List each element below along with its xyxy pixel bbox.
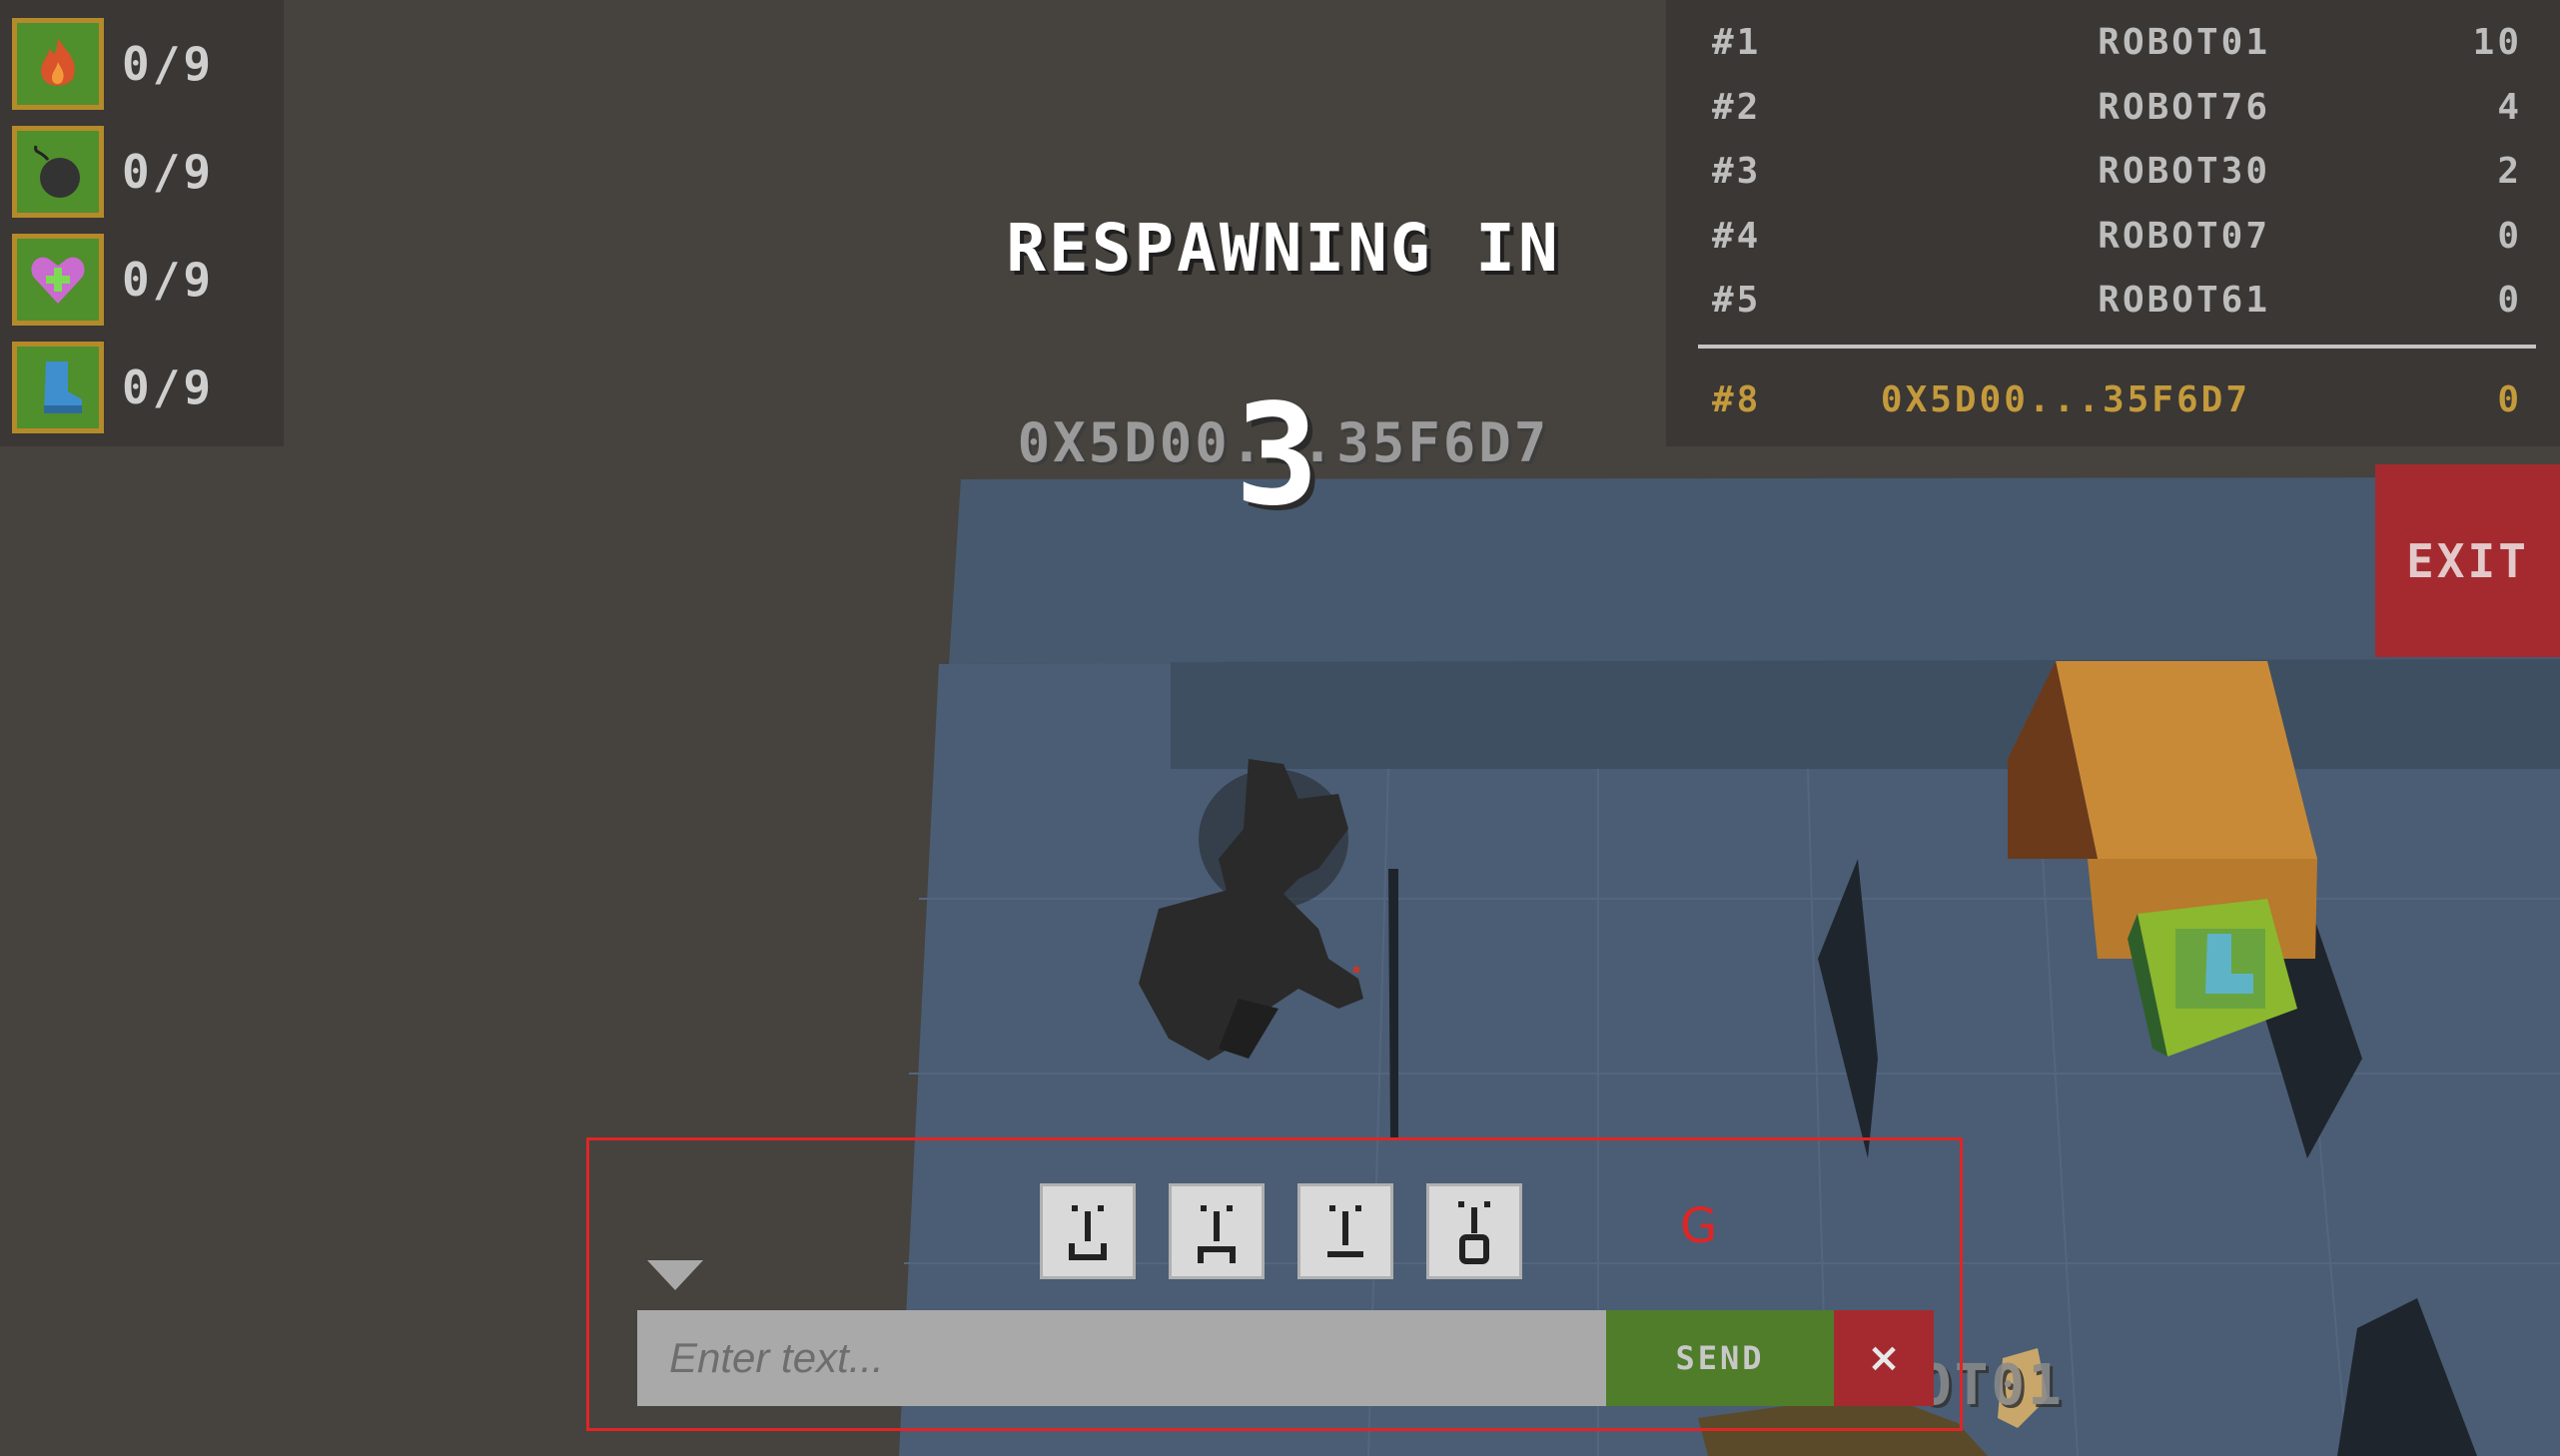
leaderboard-panel: #1 ROBOT01 10 #2 ROBOT76 4 #3 ROBOT30 2 …	[1666, 0, 2560, 446]
leaderboard-rank: #2	[1712, 86, 1762, 128]
leaderboard-score: 4	[2497, 86, 2522, 128]
leaderboard-row: #1 ROBOT01 10	[1666, 12, 2560, 77]
leaderboard-score: 0	[2497, 215, 2522, 257]
leaderboard-rank: #4	[1712, 215, 1762, 257]
leaderboard-name: ROBOT30	[2098, 151, 2270, 192]
leaderboard-score: 10	[2472, 22, 2522, 63]
inventory-item-heart: 0/9	[12, 226, 284, 334]
fire-count: 0/9	[122, 37, 215, 91]
leaderboard-self-row: #8 0X5D00...35F6D7 0	[1666, 369, 2560, 433]
leaderboard-name: ROBOT07	[2098, 215, 2270, 257]
boot-icon	[12, 342, 104, 433]
leaderboard-name: ROBOT01	[2098, 22, 2270, 63]
leaderboard-score: 0	[2497, 280, 2522, 321]
inventory-item-boot: 0/9	[12, 334, 284, 441]
surprised-emote-button[interactable]	[1426, 1183, 1522, 1279]
leaderboard-rank: #1	[1712, 22, 1762, 63]
leaderboard-self-name: 0X5D00...35F6D7	[1880, 379, 2250, 420]
send-button[interactable]: SEND	[1606, 1310, 1834, 1406]
chat-hotkey-label: G	[1680, 1198, 1718, 1254]
chat-input[interactable]	[637, 1310, 1606, 1406]
boot-count: 0/9	[122, 361, 215, 414]
leaderboard-self-rank: #8	[1712, 379, 1762, 420]
neutral-emote-icon	[1327, 1205, 1363, 1257]
respawn-title: RESPAWNING IN	[1006, 210, 1561, 287]
frown-emote-icon	[1198, 1205, 1236, 1263]
inventory-item-bomb: 0/9	[12, 118, 284, 226]
bomb-icon	[12, 126, 104, 218]
inventory-panel: 0/9 0/9 0/9 0/9	[0, 0, 284, 446]
leaderboard-row: #5 ROBOT61 0	[1666, 270, 2560, 335]
smile-emote-button[interactable]	[1040, 1183, 1136, 1279]
neutral-emote-button[interactable]	[1297, 1183, 1393, 1279]
leaderboard-name: ROBOT61	[2098, 280, 2270, 321]
arena-top-wall	[949, 477, 2560, 664]
leaderboard-rank: #5	[1712, 280, 1762, 321]
respawn-countdown: 3	[1235, 374, 1322, 537]
leaderboard-self-score: 0	[2497, 379, 2522, 420]
leaderboard-row: #2 ROBOT76 4	[1666, 77, 2560, 142]
frown-emote-button[interactable]	[1169, 1183, 1265, 1279]
chat-panel: G SEND ×	[586, 1137, 1963, 1431]
leaderboard-rank: #3	[1712, 151, 1762, 192]
surprised-emote-icon	[1458, 1201, 1490, 1264]
exit-button[interactable]: EXIT	[2375, 464, 2560, 657]
chat-pointer-arrow	[647, 1260, 703, 1290]
leaderboard-divider	[1698, 345, 2536, 349]
leaderboard-score: 2	[2497, 151, 2522, 192]
heart-icon	[12, 234, 104, 326]
smile-emote-icon	[1069, 1205, 1107, 1260]
leaderboard-name: ROBOT76	[2098, 86, 2270, 128]
fire-icon	[12, 18, 104, 110]
bomb-count: 0/9	[122, 145, 215, 199]
game-viewport: 0/9 0/9 0/9 0/9 #1 ROBOT01 10 #2 ROBOT76…	[0, 0, 2560, 1456]
leaderboard-row: #3 ROBOT30 2	[1666, 141, 2560, 206]
close-chat-button[interactable]: ×	[1834, 1310, 1934, 1406]
leaderboard-row: #4 ROBOT07 0	[1666, 206, 2560, 271]
heart-count: 0/9	[122, 253, 215, 307]
inventory-item-fire: 0/9	[12, 10, 284, 118]
